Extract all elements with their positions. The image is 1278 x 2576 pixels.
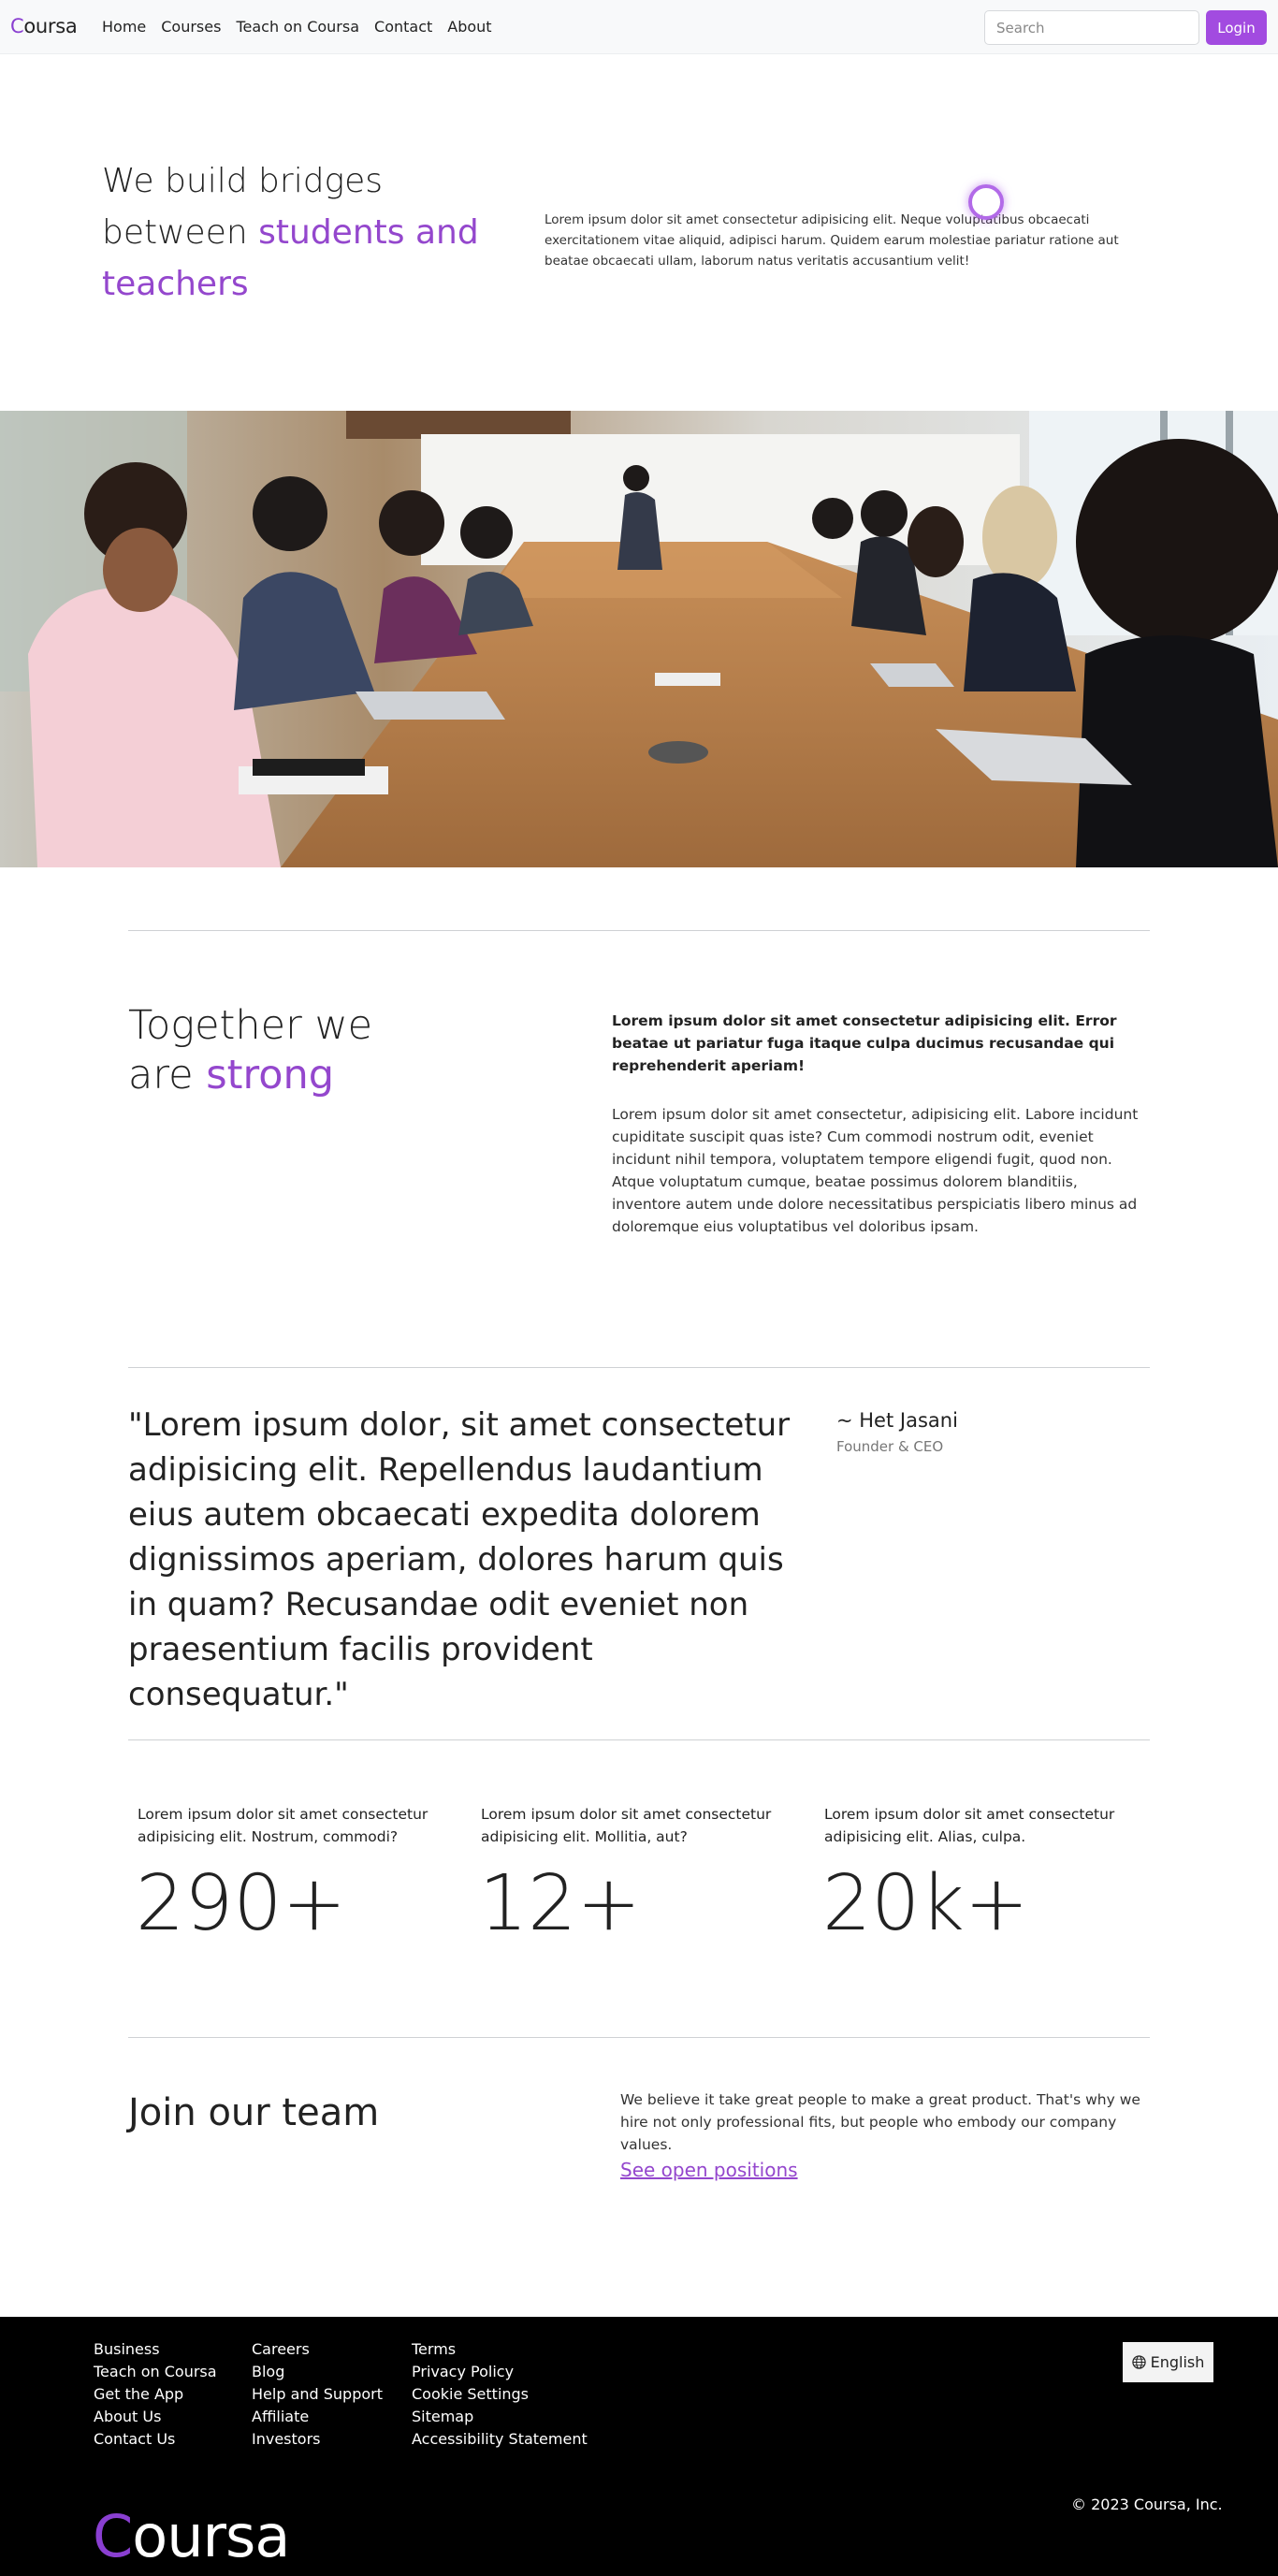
globe-icon	[1131, 2355, 1146, 2369]
section-divider	[128, 930, 1150, 931]
section-divider	[128, 2037, 1150, 2038]
nav-link-teach[interactable]: Teach on Coursa	[236, 18, 359, 36]
cursor-indicator	[968, 184, 1004, 220]
join-title: Join our team	[128, 2091, 380, 2134]
footer-column-1: Business Teach on Coursa Get the App Abo…	[94, 2338, 217, 2451]
nav-link-about[interactable]: About	[447, 18, 491, 36]
footer-link-terms[interactable]: Terms	[412, 2338, 588, 2361]
open-positions-link[interactable]: See open positions	[620, 2159, 798, 2181]
quote-author-role: Founder & CEO	[836, 1438, 944, 1455]
footer-link-accessibility[interactable]: Accessibility Statement	[412, 2428, 588, 2451]
nav-links: Home Courses Teach on Coursa Contact Abo…	[102, 18, 492, 36]
hero-title: We build bridges between students and te…	[102, 155, 542, 310]
together-title-accent: strong	[206, 1052, 335, 1099]
hero-text: Lorem ipsum dolor sit amet consectetur a…	[545, 212, 1119, 269]
brand-letter: C	[10, 15, 24, 37]
footer-brand-logo[interactable]: Coursa	[93, 2502, 290, 2570]
footer-link-business[interactable]: Business	[94, 2338, 217, 2361]
brand-name: oursa	[23, 15, 78, 37]
together-title: Together we are strong	[128, 1001, 521, 1100]
together-text: Lorem ipsum dolor sit amet consectetur, …	[612, 1106, 1139, 1235]
footer-link-help[interactable]: Help and Support	[252, 2383, 383, 2406]
footer-link-blog[interactable]: Blog	[252, 2361, 383, 2383]
together-title-line-1: Together we	[128, 1002, 373, 1049]
stat-value: 20k+	[822, 1859, 1029, 1948]
meeting-photo-illustration	[0, 411, 1278, 867]
stat-label: Lorem ipsum dolor sit amet consectetur a…	[138, 1806, 428, 1845]
footer-brand-name: oursa	[132, 2502, 290, 2570]
footer-link-contact[interactable]: Contact Us	[94, 2428, 217, 2451]
footer-link-affiliate[interactable]: Affiliate	[252, 2406, 383, 2428]
footer-link-sitemap[interactable]: Sitemap	[412, 2406, 588, 2428]
hero-title-line-1: We build bridges	[102, 162, 384, 200]
quote-author: ~ Het Jasani	[836, 1409, 958, 1432]
join-text: We believe it take great people to make …	[620, 2091, 1140, 2153]
together-bold-text: Lorem ipsum dolor sit amet consectetur a…	[612, 1012, 1117, 1074]
copyright: © 2023 Coursa, Inc.	[1071, 2496, 1223, 2513]
nav-link-contact[interactable]: Contact	[374, 18, 432, 36]
footer-link-teach[interactable]: Teach on Coursa	[94, 2361, 217, 2383]
section-divider	[128, 1367, 1150, 1368]
footer-link-cookies[interactable]: Cookie Settings	[412, 2383, 588, 2406]
language-selector[interactable]: English	[1123, 2342, 1213, 2382]
footer-link-investors[interactable]: Investors	[252, 2428, 383, 2451]
footer-brand-letter: C	[93, 2502, 133, 2570]
meeting-room-photo	[0, 411, 1278, 867]
together-title-line-2: are	[128, 1052, 207, 1099]
stat-label: Lorem ipsum dolor sit amet consectetur a…	[481, 1806, 772, 1845]
footer: Business Teach on Coursa Get the App Abo…	[0, 2317, 1278, 2576]
navbar: Coursa Home Courses Teach on Coursa Cont…	[0, 0, 1278, 54]
footer-link-get-app[interactable]: Get the App	[94, 2383, 217, 2406]
footer-column-2: Careers Blog Help and Support Affiliate …	[252, 2338, 383, 2451]
brand-logo[interactable]: Coursa	[10, 15, 78, 37]
section-divider	[128, 1739, 1150, 1740]
footer-link-privacy[interactable]: Privacy Policy	[412, 2361, 588, 2383]
stat-value: 12+	[479, 1859, 642, 1948]
nav-link-home[interactable]: Home	[102, 18, 146, 36]
footer-link-about[interactable]: About Us	[94, 2406, 217, 2428]
login-button[interactable]: Login	[1206, 10, 1267, 45]
footer-column-3: Terms Privacy Policy Cookie Settings Sit…	[412, 2338, 588, 2451]
search-input[interactable]	[984, 10, 1199, 45]
nav-link-courses[interactable]: Courses	[161, 18, 221, 36]
quote-text: "Lorem ipsum dolor, sit amet consectetur…	[128, 1406, 791, 1713]
hero-title-line-2: between	[102, 213, 259, 252]
stat-value: 290+	[136, 1859, 347, 1948]
language-label: English	[1150, 2353, 1205, 2371]
stat-label: Lorem ipsum dolor sit amet consectetur a…	[824, 1806, 1115, 1845]
footer-link-careers[interactable]: Careers	[252, 2338, 383, 2361]
